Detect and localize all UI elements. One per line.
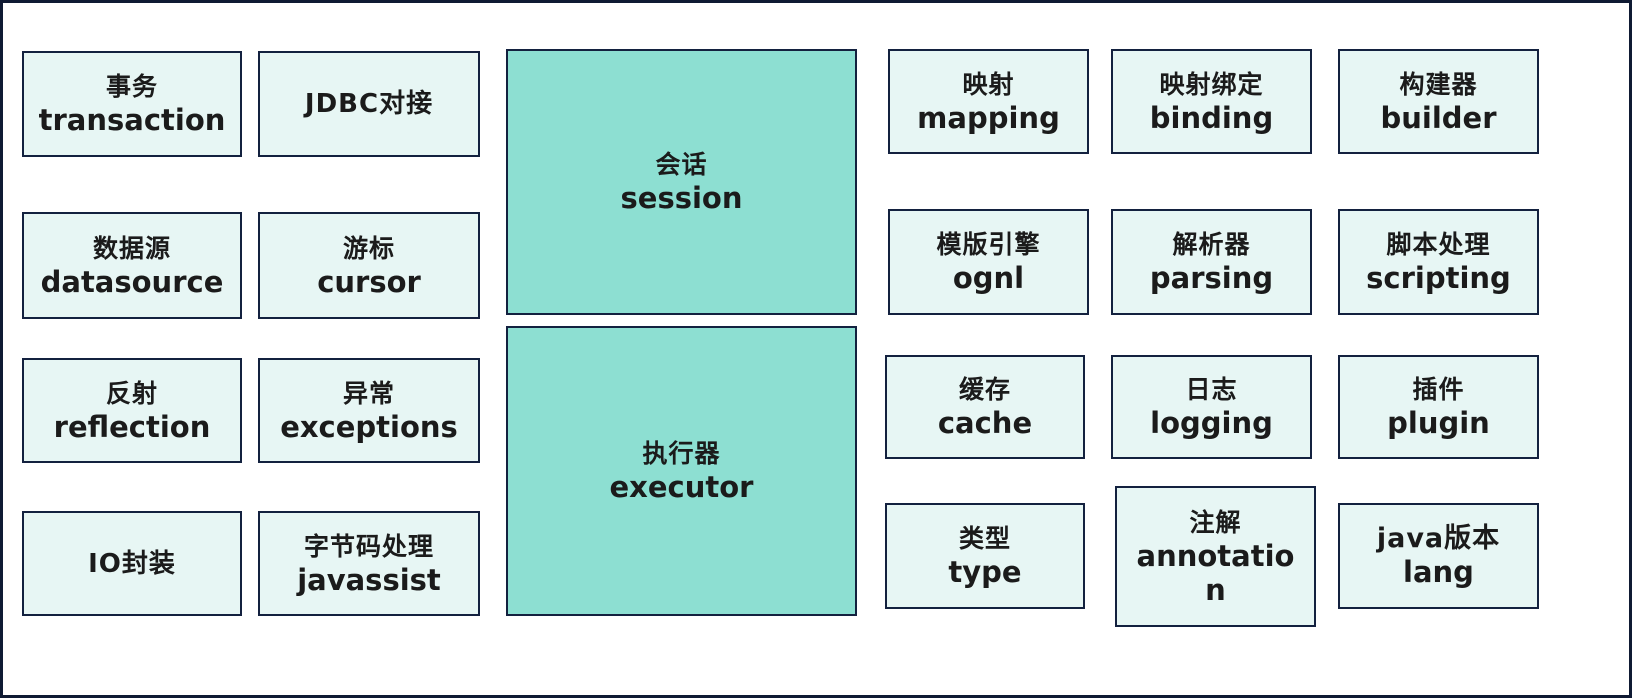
module-label-zh: 注解 <box>1189 507 1242 537</box>
module-plugin: 插件 plugin <box>1338 355 1539 459</box>
module-label-zh: 解析器 <box>1172 230 1251 259</box>
module-label-en: transaction <box>38 103 226 137</box>
module-scripting: 脚本处理 scripting <box>1338 209 1539 315</box>
module-label-en: mapping <box>917 100 1060 135</box>
module-label-en: parsing <box>1149 261 1274 295</box>
module-label-zh: 异常 <box>342 378 395 408</box>
module-lang: java版本 lang <box>1338 503 1539 609</box>
module-label-en: executor <box>609 470 754 504</box>
module-exceptions: 异常 exceptions <box>258 358 480 463</box>
module-label-en: binding <box>1149 100 1274 135</box>
module-label-zh: 游标 <box>342 233 395 263</box>
module-label-en: javassist <box>297 562 441 597</box>
module-ognl: 模版引擎 ognl <box>888 209 1089 315</box>
module-label-zh: 执行器 <box>642 439 721 468</box>
module-label-en: plugin <box>1387 406 1490 440</box>
module-cursor: 游标 cursor <box>258 212 480 319</box>
module-label-en: scripting <box>1366 261 1511 295</box>
module-label-zh: 映射绑定 <box>1159 69 1264 99</box>
module-builder: 构建器 builder <box>1338 49 1539 154</box>
module-label-en: session <box>620 181 743 215</box>
module-annotation: 注解 annotation <box>1115 486 1316 627</box>
module-label-zh: 数据源 <box>92 233 171 263</box>
module-logging: 日志 logging <box>1111 355 1312 459</box>
module-transaction: 事务 transaction <box>22 51 242 157</box>
module-type: 类型 type <box>885 503 1085 609</box>
module-label-zh: 日志 <box>1185 375 1238 404</box>
module-executor: 执行器 executor <box>506 326 857 616</box>
module-javassist: 字节码处理 javassist <box>258 511 480 616</box>
module-session: 会话 session <box>506 49 857 315</box>
module-label-en: builder <box>1380 100 1497 135</box>
module-label-zh: JDBC对接 <box>304 89 434 119</box>
module-label-en: lang <box>1403 555 1474 589</box>
module-label-en: cursor <box>317 264 421 299</box>
module-label-zh: 模版引擎 <box>936 230 1041 259</box>
module-label-zh: 类型 <box>958 524 1011 553</box>
module-label-en: datasource <box>40 264 224 299</box>
module-label-en: logging <box>1150 406 1273 440</box>
module-io: IO封装 <box>22 511 242 616</box>
module-datasource: 数据源 datasource <box>22 212 242 319</box>
module-label-zh: 构建器 <box>1399 69 1478 99</box>
module-label-zh: IO封装 <box>88 548 176 579</box>
module-cache: 缓存 cache <box>885 355 1085 459</box>
module-binding: 映射绑定 binding <box>1111 49 1312 154</box>
module-label-en: cache <box>937 406 1033 440</box>
module-label-zh: 事务 <box>105 72 158 101</box>
module-label-zh: 映射 <box>962 69 1015 99</box>
module-mapping: 映射 mapping <box>888 49 1089 154</box>
module-label-en: ognl <box>952 261 1025 295</box>
module-parsing: 解析器 parsing <box>1111 209 1312 315</box>
module-label-en: exceptions <box>280 409 458 444</box>
module-label-zh: 反射 <box>105 378 158 408</box>
module-label-zh: 会话 <box>655 150 708 179</box>
module-label-zh: java版本 <box>1376 523 1501 554</box>
module-label-zh: 脚本处理 <box>1386 230 1491 259</box>
module-label-zh: 插件 <box>1412 375 1465 404</box>
module-label-en: annotation <box>1136 538 1295 607</box>
module-label-en: type <box>948 555 1022 589</box>
module-jdbc: JDBC对接 <box>258 51 480 157</box>
module-label-zh: 缓存 <box>958 375 1011 404</box>
module-label-en: reflection <box>53 409 211 444</box>
module-label-zh: 字节码处理 <box>303 531 434 561</box>
module-reflection: 反射 reflection <box>22 358 242 463</box>
